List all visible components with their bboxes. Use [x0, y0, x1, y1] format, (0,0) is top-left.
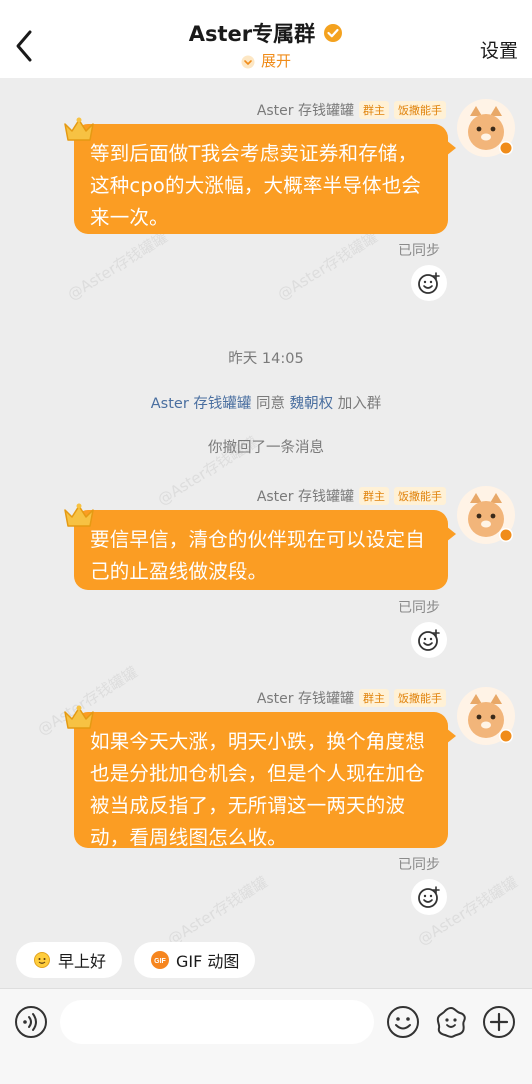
join-actor-link[interactable]: Aster 存钱罐罐 [151, 396, 252, 412]
owner-tag: 群主 [359, 101, 389, 119]
chevron-down-icon [241, 55, 255, 69]
fan-tag: 饭撒能手 [394, 487, 446, 505]
verified-badge-icon [323, 23, 343, 43]
expand-label: 展开 [260, 52, 291, 70]
quick-reply-good-morning[interactable]: 早上好 [16, 942, 123, 978]
message-bubble[interactable]: 要信早信，清仓的伙伴现在可以设定自己的止盈线做波段。 [74, 510, 456, 590]
sender-name: Aster 存钱罐罐 [256, 103, 354, 119]
join-target-link[interactable]: 魏朝权 [290, 396, 334, 412]
join-notice: Aster 存钱罐罐 同意 魏朝权 加入群 [0, 392, 532, 413]
input-bar [0, 988, 532, 1084]
sender-name: Aster 存钱罐罐 [256, 691, 354, 707]
reaction-button[interactable] [411, 879, 447, 915]
avatar[interactable] [456, 98, 516, 158]
message-input[interactable] [60, 1000, 374, 1044]
owner-tag: 群主 [359, 689, 389, 707]
chat-header: Aster专属群 展开 设置 [0, 0, 532, 78]
message-bubble[interactable]: 如果今天大涨，明天小跌，换个角度想也是分批加仓机会，但是个人现在加仓被当成反指了… [74, 712, 456, 849]
title-area: Aster专属群 [0, 18, 532, 48]
smiley-plus-icon [418, 886, 440, 908]
reaction-button[interactable] [411, 265, 447, 301]
message-bubble[interactable]: 等到后面做T我会考虑卖证券和存储，这种cpo的大涨幅，大概率半导体也会来一次。 [74, 124, 456, 234]
emoji-icon[interactable] [386, 1005, 420, 1039]
quick-reply-label: 早上好 [58, 952, 107, 971]
smiley-plus-icon [418, 272, 440, 294]
message-sender-line: Aster 存钱罐罐 群主 饭撒能手 [257, 688, 446, 708]
quick-reply-label: GIF 动图 [176, 952, 240, 971]
voice-icon[interactable] [14, 1005, 48, 1039]
crown-icon [64, 503, 94, 527]
group-title: Aster专属群 [188, 22, 316, 46]
plus-icon[interactable] [482, 1005, 516, 1039]
fan-tag: 饭撒能手 [394, 689, 446, 707]
reaction-button[interactable] [411, 622, 447, 658]
timestamp: 昨天 14:05 [228, 351, 304, 367]
fan-tag: 饭撒能手 [394, 101, 446, 119]
sync-status: 已同步 [398, 857, 440, 873]
sticker-icon[interactable] [434, 1005, 468, 1039]
message-sender-line: Aster 存钱罐罐 群主 饭撒能手 [257, 486, 446, 506]
quick-reply-gif[interactable]: GIF GIF 动图 [134, 942, 256, 978]
avatar[interactable] [456, 485, 516, 545]
expand-toggle[interactable]: 展开 [0, 50, 532, 71]
watermark: @Aster存钱罐罐 [274, 227, 381, 304]
avatar[interactable] [456, 686, 516, 746]
join-suffix: 加入群 [337, 396, 382, 412]
sync-status: 已同步 [398, 243, 440, 259]
watermark: @Aster存钱罐罐 [64, 227, 171, 304]
recall-notice: 你撤回了一条消息 [208, 440, 324, 456]
settings-button[interactable]: 设置 [480, 36, 518, 63]
sender-name: Aster 存钱罐罐 [256, 489, 354, 505]
crown-icon [64, 705, 94, 729]
smiley-plus-icon [418, 629, 440, 651]
watermark: @Aster存钱罐罐 [164, 872, 271, 949]
sun-face-icon [34, 952, 50, 968]
gif-icon: GIF [151, 951, 169, 969]
owner-tag: 群主 [359, 487, 389, 505]
join-verb: 同意 [256, 396, 286, 412]
crown-icon [64, 117, 94, 141]
sync-status: 已同步 [398, 600, 440, 616]
svg-text:GIF: GIF [154, 958, 166, 965]
message-sender-line: Aster 存钱罐罐 群主 饭撒能手 [257, 100, 446, 120]
